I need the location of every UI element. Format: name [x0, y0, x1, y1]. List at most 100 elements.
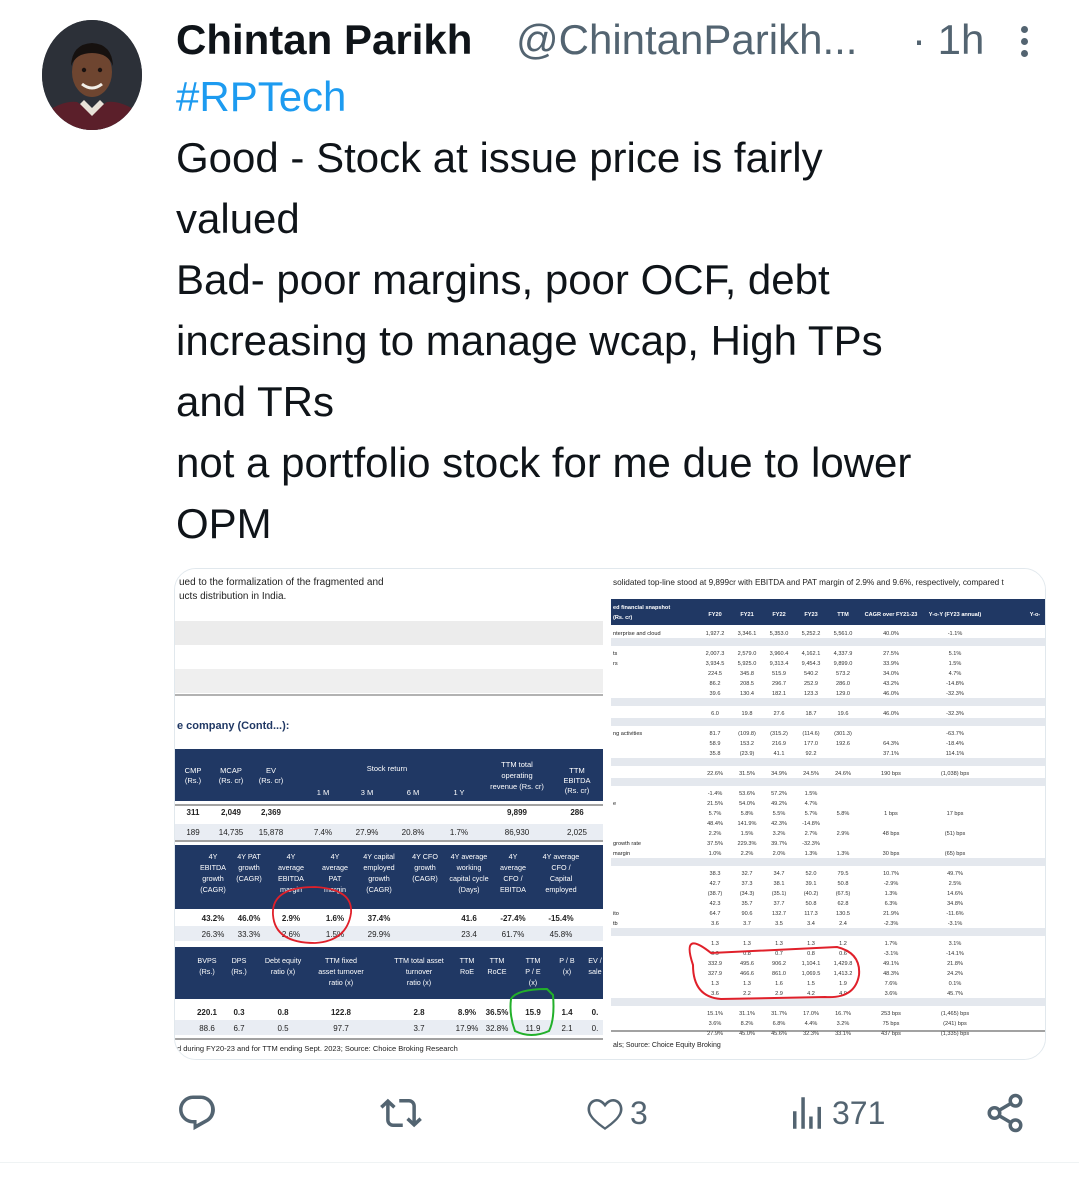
tweet-line: valued: [176, 195, 300, 242]
table-cell: 16.7%: [835, 1011, 851, 1017]
table-cell: 33.3%: [238, 930, 261, 939]
table-header-cell: CMP: [185, 766, 202, 775]
media-attachment[interactable]: ued to the formalization of the fragment…: [174, 568, 1046, 1060]
table-cell: 2.9%: [837, 831, 850, 837]
table-cell: 0.: [592, 1024, 599, 1033]
table-header-cell: ratio (x): [329, 978, 353, 987]
table-cell: 0.6: [839, 951, 847, 957]
media-image-left[interactable]: ued to the formalization of the fragment…: [175, 569, 607, 1059]
avatar[interactable]: [42, 20, 142, 130]
table-cell: 1.5%: [805, 791, 818, 797]
like-count: 3: [630, 1094, 648, 1131]
table-cell: (1,038) bps: [941, 771, 969, 777]
table-cell: 1.3%: [837, 851, 850, 857]
table-header-cell: growth: [238, 863, 260, 872]
table-header-cell: growth: [368, 874, 390, 883]
table-cell: growth rate: [613, 841, 641, 847]
table-cell: 4,162.1: [802, 651, 821, 657]
table-cell: 296.7: [772, 681, 786, 687]
table-header-cell: 4Y: [287, 852, 296, 861]
table-cell: ng activities: [613, 731, 642, 737]
table-row-bg: [611, 998, 1045, 1006]
table-cell: 46.0%: [883, 691, 899, 697]
share-button[interactable]: [984, 1085, 1026, 1141]
table-cell: 21.5%: [707, 801, 723, 807]
table-cell: 46.0%: [238, 914, 261, 923]
retweet-button[interactable]: [380, 1085, 426, 1141]
like-button[interactable]: 3: [584, 1085, 648, 1141]
views-button[interactable]: 371: [786, 1085, 885, 1141]
table-header-cell: MCAP: [220, 766, 242, 775]
table-header-cell: (Rs. cr): [219, 776, 244, 785]
table-cell: 3.6%: [885, 991, 898, 997]
media-image-right[interactable]: solidated top-line stood at 9,899cr with…: [611, 569, 1045, 1059]
table-cell: 1,927.2: [706, 631, 725, 637]
author-handle[interactable]: @ChintanParikh...: [516, 16, 857, 64]
table-cell: 6.3%: [885, 901, 898, 907]
table-cell: 1 bps: [884, 811, 898, 817]
reply-button[interactable]: [176, 1085, 222, 1141]
post-timestamp[interactable]: · 1h: [912, 16, 984, 64]
body-text: ucts distribution in India.: [179, 591, 286, 602]
table-header-cell: RoCE: [487, 967, 506, 976]
table-header-cell: TTM total asset: [394, 956, 444, 965]
table-header-cell: FY23: [804, 612, 817, 618]
table-header-cell: BVPS: [197, 956, 216, 965]
table-cell: 57.2%: [771, 791, 787, 797]
table-cell: 6.0: [711, 711, 719, 717]
table-cell: (114.6): [802, 731, 819, 737]
table-cell: -1.1%: [948, 631, 963, 637]
more-icon[interactable]: [1014, 22, 1034, 62]
table-cell: 14.6%: [947, 891, 963, 897]
tweet-line: Good - Stock at issue price is fairly: [176, 134, 823, 181]
table-cell: 22.6%: [707, 771, 723, 777]
table-header-cell: (x): [529, 978, 537, 987]
table-cell: (241) bps: [943, 1021, 967, 1027]
table-cell: e: [613, 801, 616, 807]
table-cell: 15.1%: [707, 1011, 723, 1017]
table-cell: -3.1%: [884, 951, 899, 957]
table-cell: 14,735: [219, 828, 244, 837]
table-header-cell: EBITDA: [563, 776, 590, 785]
table-cell: 2.7%: [805, 831, 818, 837]
tweet-text: #RPTech Good - Stock at issue price is f…: [176, 66, 1056, 554]
table-cell: 2.9: [775, 991, 783, 997]
table-cell: 61.7%: [502, 930, 525, 939]
table-cell: 86.2: [710, 681, 721, 687]
table-cell: 46.0%: [883, 711, 899, 717]
table-cell: 24.6%: [835, 771, 851, 777]
table-cell: 33.9%: [883, 661, 899, 667]
tweet-actions: 3 371: [0, 1085, 1079, 1141]
table-cell: 182.1: [772, 691, 786, 697]
table-cell: 34.7: [774, 871, 785, 877]
table-cell: 42.7: [710, 881, 721, 887]
author-name[interactable]: Chintan Parikh: [176, 16, 472, 64]
table-header-cell: 4Y: [509, 852, 518, 861]
table-header-cell: 4Y: [331, 852, 340, 861]
table-cell: 123.3: [804, 691, 818, 697]
table-cell: 58.9: [710, 741, 721, 747]
table-row-bg: [611, 698, 1045, 706]
table-cell: 1.3: [711, 981, 719, 987]
retweet-icon: [380, 1098, 422, 1128]
table-header-cell: EBITDA: [500, 885, 526, 894]
table-cell: 192.6: [836, 741, 850, 747]
table-header-cell: asset turnover: [318, 967, 364, 976]
table-cell: 1,069.5: [802, 971, 821, 977]
table-header-cell: DPS: [232, 956, 247, 965]
table-header-cell: P / E: [525, 967, 541, 976]
table-cell: 50.8: [806, 901, 817, 907]
table-cell: 0.8: [277, 1008, 289, 1017]
table-cell: 88.6: [199, 1024, 215, 1033]
table-cell: 540.2: [804, 671, 818, 677]
section-title: e company (Contd...):: [177, 720, 289, 732]
table-cell: 64.3%: [883, 741, 899, 747]
table-cell: 27.9%: [356, 828, 379, 837]
table-header-cell: (Rs. cr): [259, 776, 284, 785]
table-header-cell: ed financial snapshot: [613, 605, 670, 611]
table-cell: 515.9: [772, 671, 786, 677]
hashtag-link[interactable]: #RPTech: [176, 66, 1056, 127]
table-header-cell: TTM total: [501, 760, 533, 769]
table-cell: 177.0: [804, 741, 818, 747]
reply-icon: [179, 1095, 215, 1131]
